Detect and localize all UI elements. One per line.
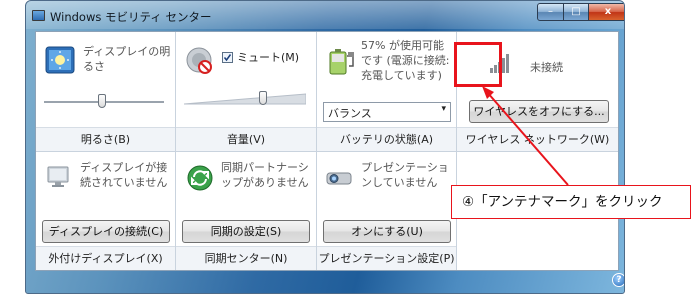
annotation-callout: ④「アンテナマーク」をクリック <box>451 185 691 219</box>
annotation-arrow <box>482 86 569 186</box>
